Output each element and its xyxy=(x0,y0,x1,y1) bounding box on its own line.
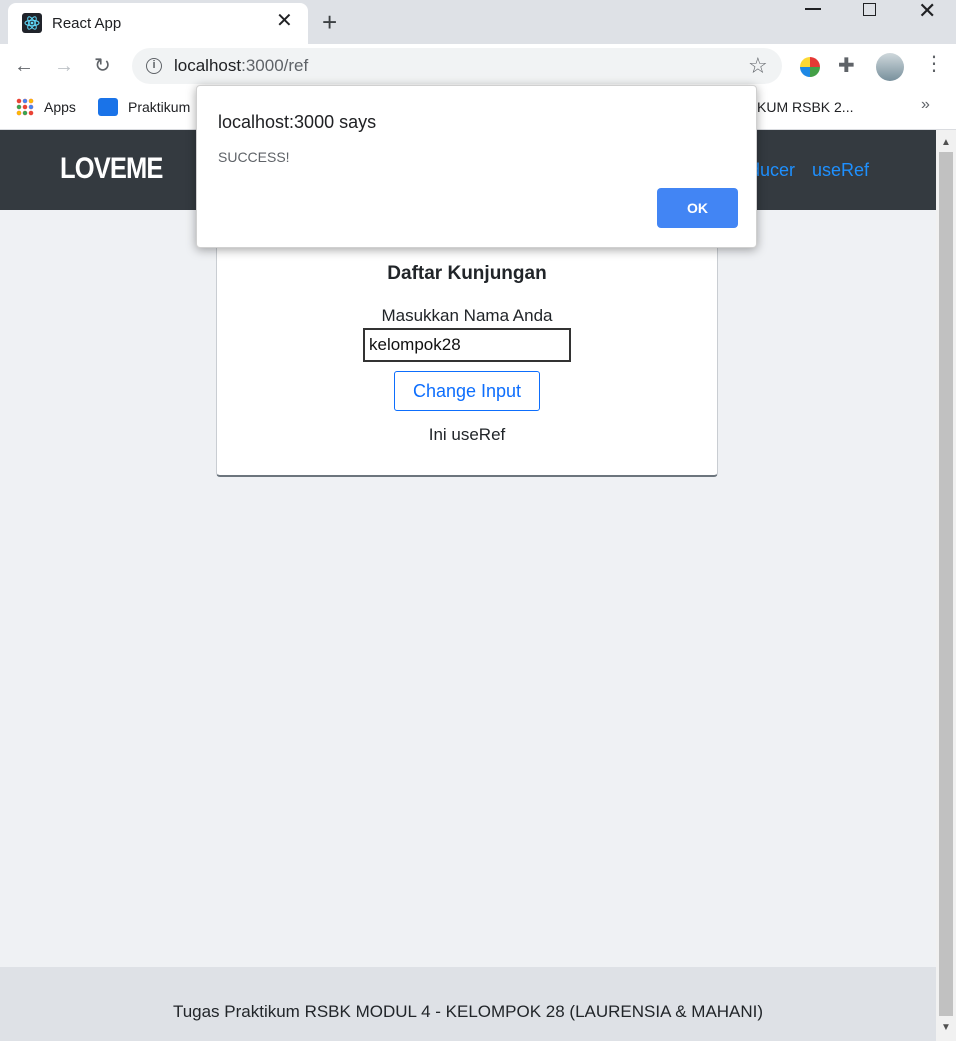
download-manager-extension-icon[interactable] xyxy=(800,57,820,77)
card-title: Daftar Kunjungan xyxy=(387,263,547,284)
tab-title: React App xyxy=(52,15,122,32)
bookmark-rsbk[interactable]: KUM RSBK 2... xyxy=(757,99,853,115)
back-icon[interactable]: ← xyxy=(14,54,34,78)
brand-logo[interactable]: LOVEME xyxy=(60,152,163,186)
bookmarks-overflow-icon[interactable]: » xyxy=(921,96,930,114)
url-text[interactable]: localhost:3000/ref xyxy=(174,56,308,76)
apps-grid-icon[interactable] xyxy=(16,98,34,116)
react-favicon-icon xyxy=(22,13,42,33)
new-tab-button[interactable]: + xyxy=(322,9,337,35)
browser-toolbar: ← → ↻ i localhost:3000/ref ☆ ✚ ⋮ xyxy=(0,44,956,90)
scroll-down-icon[interactable]: ▼ xyxy=(941,1022,951,1033)
alert-dialog: localhost:3000 says SUCCESS! OK xyxy=(196,85,757,248)
scroll-thumb[interactable] xyxy=(939,152,953,1016)
profile-avatar[interactable] xyxy=(876,53,904,81)
browser-tab[interactable]: React App ✕ xyxy=(8,3,308,44)
name-label: Masukkan Nama Anda xyxy=(381,306,553,325)
forward-icon[interactable]: → xyxy=(54,54,74,78)
tab-strip: React App ✕ + ✕ xyxy=(0,0,956,44)
reload-icon[interactable]: ↻ xyxy=(94,54,111,78)
scroll-up-icon[interactable]: ▲ xyxy=(941,137,951,148)
extensions-puzzle-icon[interactable]: ✚ xyxy=(838,53,855,78)
browser-menu-icon[interactable]: ⋮ xyxy=(924,53,944,75)
footer-text: Tugas Praktikum RSBK MODUL 4 - KELOMPOK … xyxy=(172,1002,764,1021)
site-info-icon[interactable]: i xyxy=(146,58,162,74)
page-footer: Tugas Praktikum RSBK MODUL 4 - KELOMPOK … xyxy=(0,967,936,1041)
page-scrollbar[interactable]: ▲ ▼ xyxy=(936,130,956,1041)
url-host: localhost xyxy=(174,56,242,75)
bookmark-apps[interactable]: Apps xyxy=(44,99,76,115)
status-text: Ini useRef xyxy=(428,425,506,444)
url-path: :3000/ref xyxy=(241,56,309,75)
change-input-button[interactable]: Change Input xyxy=(394,371,540,411)
visit-card: Daftar Kunjungan Masukkan Nama Anda Chan… xyxy=(216,244,718,477)
nav-link-useref[interactable]: useRef xyxy=(812,160,869,181)
dialog-message: SUCCESS! xyxy=(218,149,290,165)
bookmark-star-icon[interactable]: ☆ xyxy=(748,53,768,79)
window-maximize-icon[interactable] xyxy=(863,3,876,16)
dialog-title: localhost:3000 says xyxy=(218,112,377,132)
name-input[interactable] xyxy=(363,328,571,362)
tab-close-icon[interactable]: ✕ xyxy=(276,11,293,31)
address-bar[interactable]: i localhost:3000/ref ☆ xyxy=(132,48,782,84)
classroom-bookmark-icon xyxy=(98,98,118,116)
ok-button[interactable]: OK xyxy=(657,188,738,228)
window-minimize-icon[interactable] xyxy=(805,8,821,10)
bookmark-praktikum[interactable]: Praktikum xyxy=(128,99,190,115)
window-close-icon[interactable]: ✕ xyxy=(918,0,936,24)
